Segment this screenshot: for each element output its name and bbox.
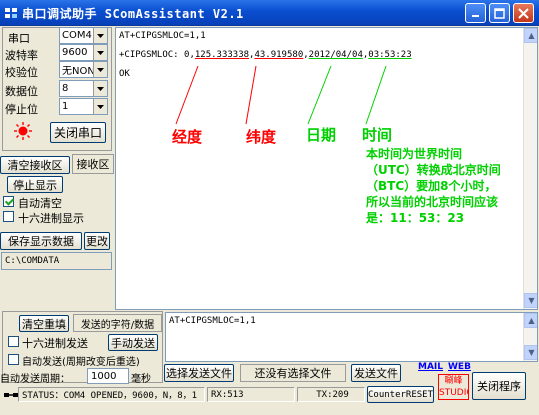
send-text-area[interactable]: AT+CIPGSMLOC=1,1 ▲ ▼	[165, 312, 538, 362]
date-pointer-line	[307, 65, 332, 125]
auto-send-checkbox[interactable]	[8, 354, 19, 365]
scroll-down-icon[interactable]: ▼	[524, 345, 537, 360]
parity-select[interactable]: 无NONE	[59, 61, 108, 78]
baud-label: 波特率	[5, 49, 38, 62]
parity-value: 无NONE	[62, 66, 93, 77]
app-icon	[5, 8, 17, 18]
date-annotation: 日期	[306, 126, 337, 144]
stopbits-label: 停止位	[5, 103, 38, 116]
auto-clear-checkbox[interactable]	[3, 196, 14, 207]
port-select[interactable]: COM4	[59, 27, 108, 44]
hex-display-checkbox[interactable]	[3, 211, 14, 222]
window-title: 串口调试助手 SComAssistant V2.1	[22, 7, 244, 21]
period-input[interactable]: 1000	[87, 368, 129, 384]
longitude-annotation: 经度	[172, 128, 203, 146]
chevron-down-icon	[93, 62, 107, 77]
databits-select[interactable]: 8	[59, 80, 108, 97]
clear-resend-button[interactable]: 清空重填	[19, 315, 69, 332]
ms-label: 毫秒	[131, 374, 151, 385]
auto-send-label: 自动发送(周期改变后重选)	[22, 357, 140, 368]
counter-reset-button[interactable]: CounterRESET	[367, 386, 434, 403]
period-value: 1000	[91, 370, 117, 382]
baud-value: 9600	[62, 47, 88, 58]
scroll-up-icon[interactable]: ▲	[524, 313, 537, 328]
save-path-field[interactable]: C:\COMDATA	[1, 252, 112, 270]
send-text-value: AT+CIPGSMLOC=1,1	[169, 316, 256, 326]
latitude-pointer-line	[245, 65, 257, 125]
status-text: STATUS：COM4 OPENED，9600，N，8，1	[18, 387, 205, 402]
latitude-annotation: 纬度	[246, 128, 277, 146]
save-path-value: C:\COMDATA	[5, 256, 60, 266]
databits-value: 8	[62, 83, 69, 94]
rx-counter: RX:513	[207, 387, 295, 402]
save-display-data-button[interactable]: 保存显示数据	[0, 232, 82, 250]
auto-clear-label: 自动清空	[18, 197, 62, 210]
title-bar: 串口调试助手 SComAssistant V2.1	[0, 0, 539, 26]
baud-select[interactable]: 9600	[59, 44, 108, 61]
port-label: 串口	[8, 32, 30, 45]
chevron-down-icon	[93, 99, 107, 114]
time-annotation: 时间	[362, 126, 393, 144]
hex-send-label: 十六进制发送	[22, 337, 88, 350]
web-link[interactable]: WEB	[448, 362, 471, 372]
chevron-down-icon	[93, 81, 107, 96]
maximize-button[interactable]	[489, 3, 510, 23]
receive-scrollbar[interactable]: ▲ ▼	[523, 28, 537, 309]
tx-counter: TX:209	[297, 387, 365, 402]
port-status-indicator-icon	[14, 122, 32, 140]
minimize-button[interactable]	[465, 3, 486, 23]
hex-display-label: 十六进制显示	[18, 212, 84, 225]
close-port-button[interactable]: 关闭串口	[50, 122, 106, 143]
stopbits-value: 1	[62, 101, 69, 112]
stop-display-button[interactable]: 停止显示	[7, 176, 63, 193]
chevron-down-icon	[93, 45, 107, 60]
receive-text-area[interactable]: AT+CIPGSMLOC=1,1 +CIPGSMLOC: 0,125.33333…	[115, 27, 538, 310]
connection-icon	[4, 393, 18, 397]
close-icon	[518, 7, 529, 19]
hex-send-checkbox[interactable]	[8, 336, 19, 347]
send-data-label: 发送的字符/数据	[73, 314, 162, 332]
chevron-down-icon	[93, 28, 107, 43]
minimize-icon	[471, 15, 479, 17]
select-send-file-button[interactable]: 选择发送文件	[164, 364, 234, 382]
port-value: COM4	[62, 30, 92, 41]
mail-link[interactable]: MAIL	[418, 362, 443, 372]
change-path-button[interactable]: 更改	[84, 232, 110, 250]
exit-program-button[interactable]: 关闭程序	[472, 372, 526, 400]
scroll-up-icon[interactable]: ▲	[524, 28, 537, 43]
databits-label: 数据位	[5, 85, 38, 98]
parity-label: 校验位	[5, 66, 38, 79]
scroll-down-icon[interactable]: ▼	[524, 293, 537, 308]
send-scrollbar[interactable]: ▲ ▼	[523, 313, 537, 361]
close-window-button[interactable]	[513, 3, 534, 23]
longitude-pointer-line	[175, 65, 199, 125]
receive-area-label: 接收区	[72, 154, 114, 174]
clear-receive-button[interactable]: 清空接收区	[0, 156, 70, 174]
time-conversion-note: 本时间为世界时间（UTC）转换成北京时间（BTC）要加8个小时，所以当前的北京时…	[366, 147, 501, 225]
stopbits-select[interactable]: 1	[59, 98, 108, 115]
studio-logo: 唰峰 STUDIO	[438, 374, 469, 400]
no-file-selected-label: 还没有选择文件	[240, 364, 346, 382]
auto-period-label: 自动发送周期：	[0, 374, 70, 385]
manual-send-button[interactable]: 手动发送	[108, 334, 158, 351]
send-file-button[interactable]: 发送文件	[351, 364, 401, 382]
time-pointer-line	[365, 65, 387, 125]
maximize-icon	[494, 7, 505, 19]
